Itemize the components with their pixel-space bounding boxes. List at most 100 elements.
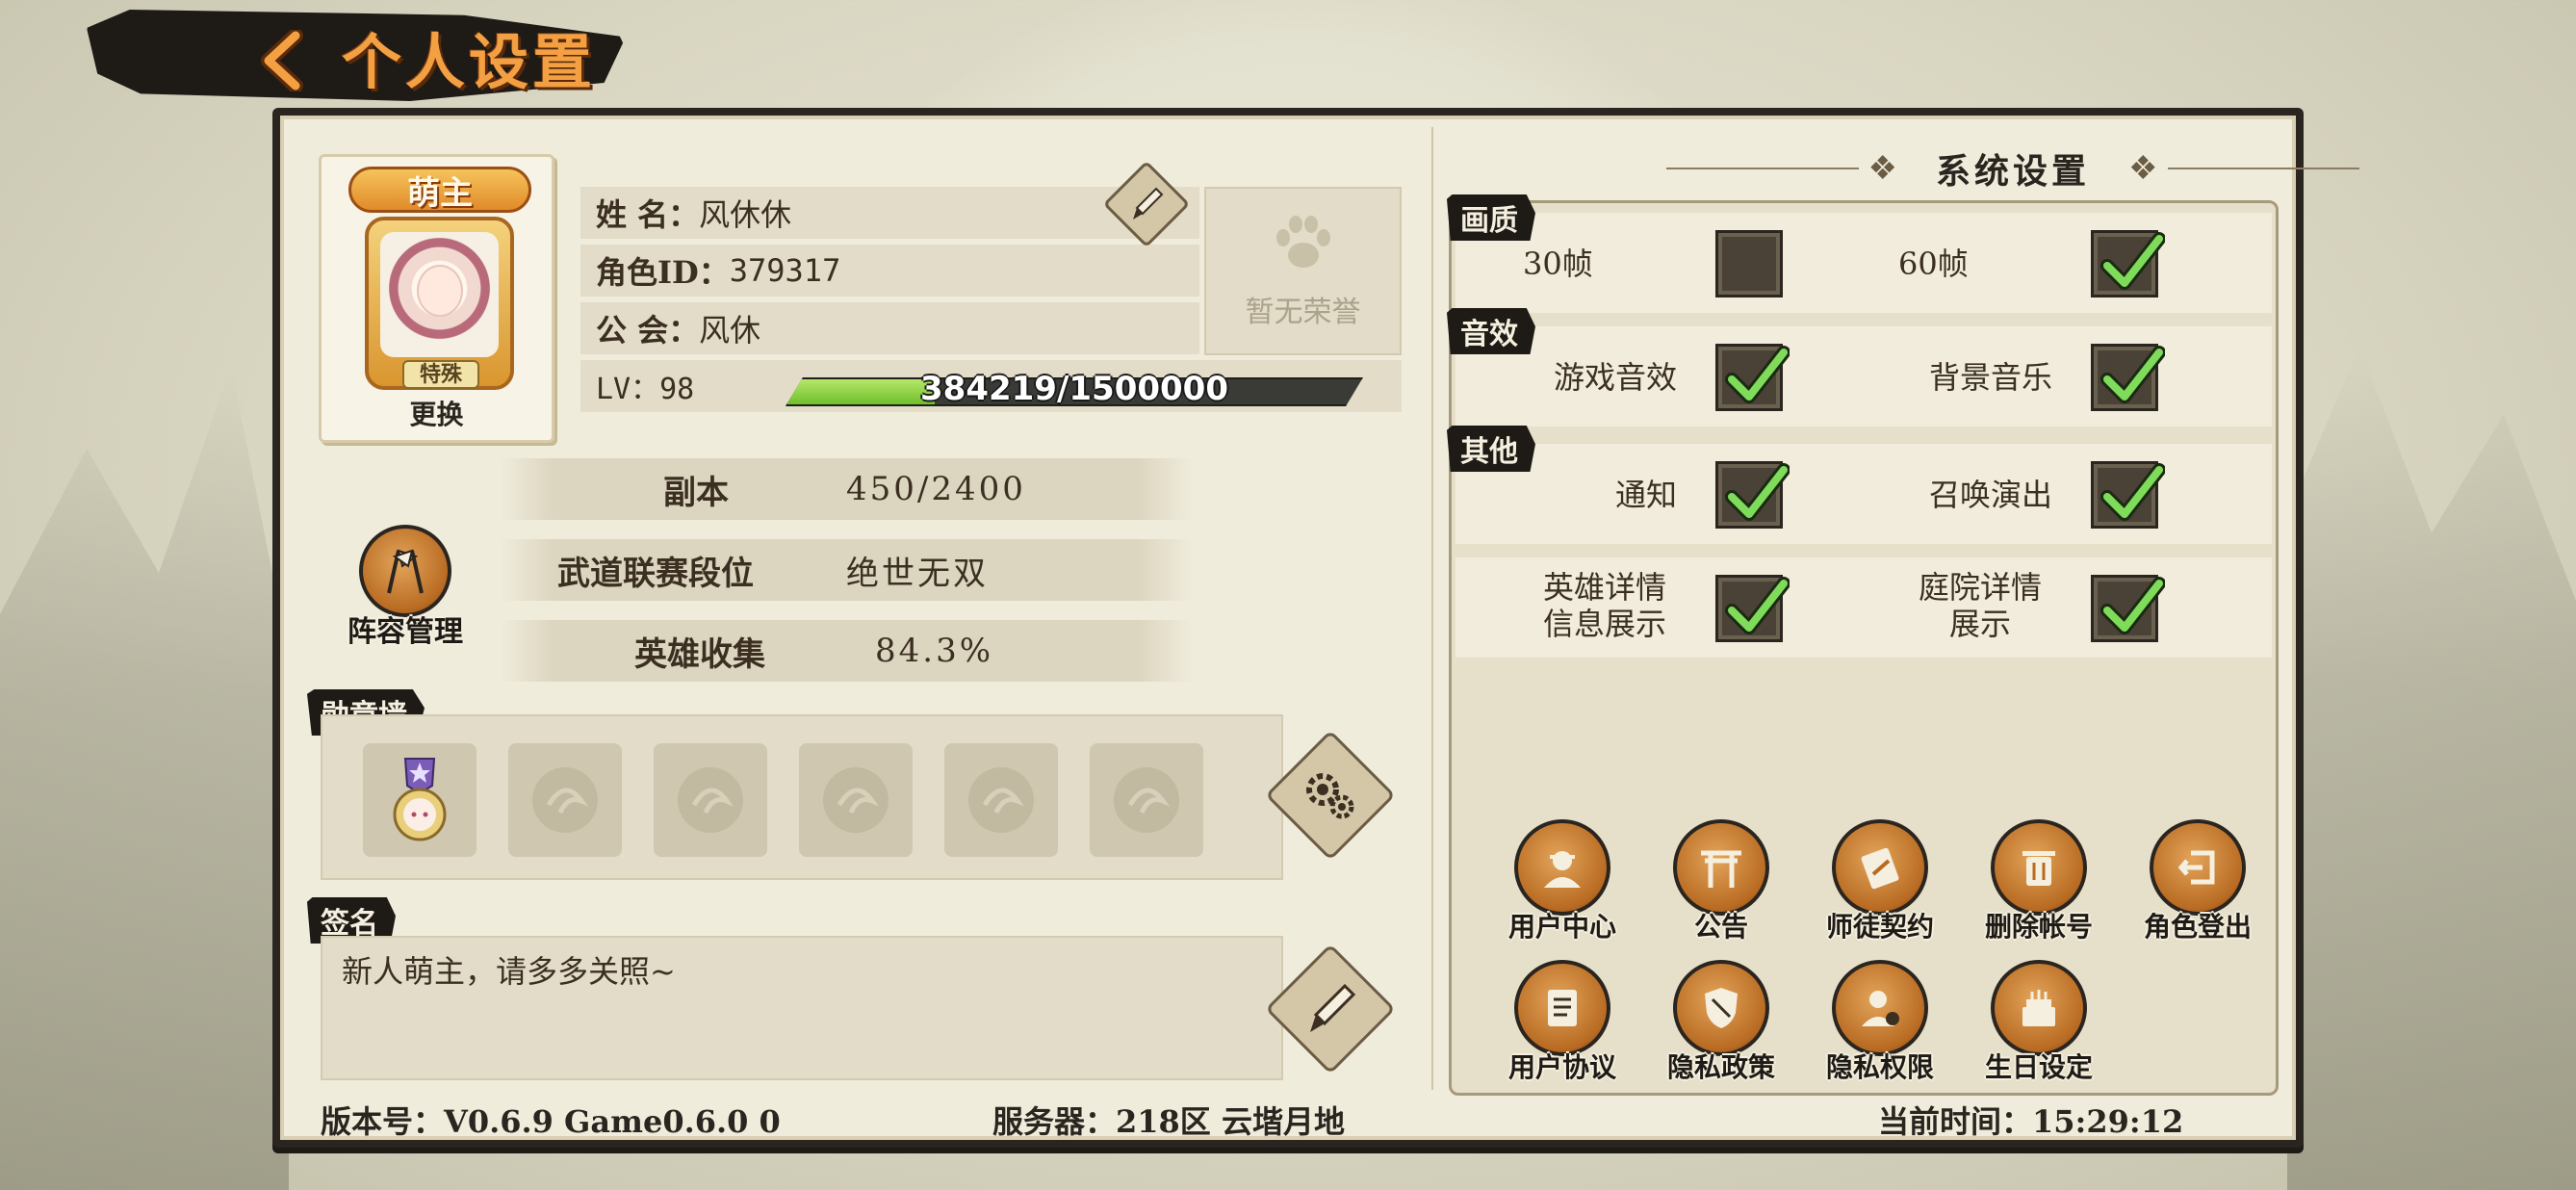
privacy-permission-label: 隐私权限 (1825, 1051, 1934, 1083)
checkbox-courtyard-detail[interactable] (2091, 575, 2165, 642)
checkmark-icon (1725, 346, 1790, 403)
logout-icon (2150, 819, 2246, 916)
diamond-icon: ❖ (1868, 149, 1897, 188)
option-hero-detail-label: 英雄详情 信息展示 (1542, 569, 1666, 642)
sound-row: 游戏音效 背景音乐 (1455, 326, 2272, 427)
name-row: 姓 名： 风休休 (580, 187, 1199, 239)
exp-text: 384219/1500000 (920, 370, 1228, 408)
system-settings-box: 30帧 60帧 游戏音效 背景音乐 通知 召唤演出 英雄详情 信息展示 庭院详情… (1449, 200, 2279, 1096)
avatar-card[interactable]: 萌主 特殊 更换 (319, 154, 554, 443)
team-management-button[interactable]: 阵容管理 (333, 525, 477, 650)
stat-label: 英雄收集 (634, 634, 765, 674)
privacy-policy-label: 隐私政策 (1666, 1051, 1775, 1083)
user-agreement-button[interactable]: 用户协议 (1490, 960, 1635, 1085)
stat-row-rank: 武道联赛段位 绝世无双 (500, 539, 1193, 601)
detail-row: 英雄详情 信息展示 庭院详情 展示 (1455, 557, 2272, 658)
id-row: 角色ID： 379317 (580, 245, 1199, 297)
privacy-policy-button[interactable]: 隐私政策 (1649, 960, 1793, 1085)
medal-slot-2[interactable] (508, 743, 622, 857)
system-settings-header: ❖ 系统设置 ❖ (1666, 144, 2360, 193)
checkbox-notification[interactable] (1715, 461, 1790, 529)
avatar-frame: 特殊 (365, 217, 514, 390)
back-button[interactable] (245, 27, 322, 94)
logout-label: 角色登出 (2143, 911, 2252, 943)
signature-box: 新人萌主，请多多关照~ (321, 936, 1283, 1080)
mentor-contract-button[interactable]: 师徒契约 (1808, 819, 1952, 944)
quality-row: 30帧 60帧 (1455, 213, 2272, 313)
honor-box: 暂无荣誉 (1204, 187, 1402, 355)
stat-label: 武道联赛段位 (557, 554, 754, 593)
checkbox-hero-detail[interactable] (1715, 575, 1790, 642)
contract-icon (1832, 819, 1928, 916)
checkmark-icon (2100, 232, 2165, 290)
empty-medal-icon (968, 767, 1034, 833)
background-mountain-left (0, 366, 289, 1190)
user-center-button[interactable]: 用户中心 (1490, 819, 1635, 944)
medal-slot-6[interactable] (1090, 743, 1203, 857)
stat-row-collection: 英雄收集 84.3% (500, 620, 1193, 682)
empty-medal-icon (678, 767, 743, 833)
level-label: LV：98 (596, 373, 695, 406)
guild-row: 公 会： 风休 (580, 302, 1199, 354)
medal-slot-4[interactable] (799, 743, 913, 857)
checkmark-icon (1725, 463, 1790, 521)
privacy-permission-button[interactable]: 隐私权限 (1808, 960, 1952, 1085)
option-60fps-label: 60帧 (1898, 246, 1969, 282)
user-permission-icon (1832, 960, 1928, 1056)
sound-tag: 音效 (1447, 308, 1535, 354)
announcement-button[interactable]: 公告 (1649, 819, 1793, 944)
stat-value: 绝世无双 (846, 554, 989, 593)
gears-icon (1306, 773, 1354, 819)
paw-icon (1275, 215, 1330, 268)
option-30fps-label: 30帧 (1523, 246, 1593, 282)
checkmark-icon (2100, 463, 2165, 521)
option-summon-label: 召唤演出 (1928, 477, 2052, 513)
quality-tag: 画质 (1447, 194, 1535, 241)
diamond-icon: ❖ (2128, 149, 2158, 188)
cake-icon (1991, 960, 2087, 1056)
stat-row-dungeon: 副本 450/2400 (500, 458, 1193, 520)
other-row: 通知 召唤演出 (1455, 444, 2272, 544)
other-tag: 其他 (1447, 426, 1535, 472)
birthday-setting-button[interactable]: 生日设定 (1967, 960, 2111, 1085)
option-courtyard-detail-label: 庭院详情 展示 (1918, 569, 2042, 642)
current-time-text: 当前时间：15:29:12 (1878, 1103, 2184, 1140)
name-value: 风休休 (699, 196, 792, 233)
medal-settings-button[interactable] (1265, 730, 1396, 861)
medal-wall (321, 714, 1283, 880)
checkbox-30fps[interactable] (1715, 230, 1783, 298)
checkbox-summon[interactable] (2091, 461, 2165, 529)
gate-icon (1673, 819, 1769, 916)
medal-slot-5[interactable] (944, 743, 1058, 857)
medal-slot-3[interactable] (654, 743, 767, 857)
medal-slot-1[interactable] (363, 743, 477, 857)
checkbox-60fps[interactable] (2091, 230, 2165, 298)
user-center-icon (1514, 819, 1610, 916)
server-text: 服务器：218区 云堦月地 (992, 1103, 1345, 1140)
announcement-label: 公告 (1693, 911, 1748, 943)
guild-label: 公 会： (596, 312, 700, 349)
delete-account-label: 删除帐号 (1984, 911, 2093, 943)
medal-icon (393, 758, 447, 841)
panel-divider (1431, 127, 1433, 1090)
guild-value: 风休 (699, 312, 761, 349)
avatar-tag: 特殊 (402, 360, 479, 389)
delete-account-button[interactable]: 删除帐号 (1967, 819, 2111, 944)
checkmark-icon (2100, 577, 2165, 634)
change-avatar-button[interactable]: 更换 (322, 394, 552, 432)
brush-icon (1133, 187, 1164, 220)
edit-signature-button[interactable] (1265, 944, 1396, 1074)
mentor-contract-label: 师徒契约 (1825, 911, 1934, 943)
checkbox-game-sound[interactable] (1715, 344, 1790, 411)
empty-medal-icon (1114, 767, 1179, 833)
checkmark-icon (1725, 577, 1790, 634)
system-settings-title: 系统设置 (1936, 151, 2091, 192)
checkmark-icon (2100, 346, 2165, 403)
birthday-setting-label: 生日设定 (1984, 1051, 2093, 1083)
checkbox-bgm[interactable] (2091, 344, 2165, 411)
stat-value: 450/2400 (846, 470, 1026, 508)
document-icon (1514, 960, 1610, 1056)
user-agreement-label: 用户协议 (1507, 1051, 1616, 1083)
logout-button[interactable]: 角色登出 (2125, 819, 2270, 944)
option-bgm-label: 背景音乐 (1928, 359, 2052, 396)
